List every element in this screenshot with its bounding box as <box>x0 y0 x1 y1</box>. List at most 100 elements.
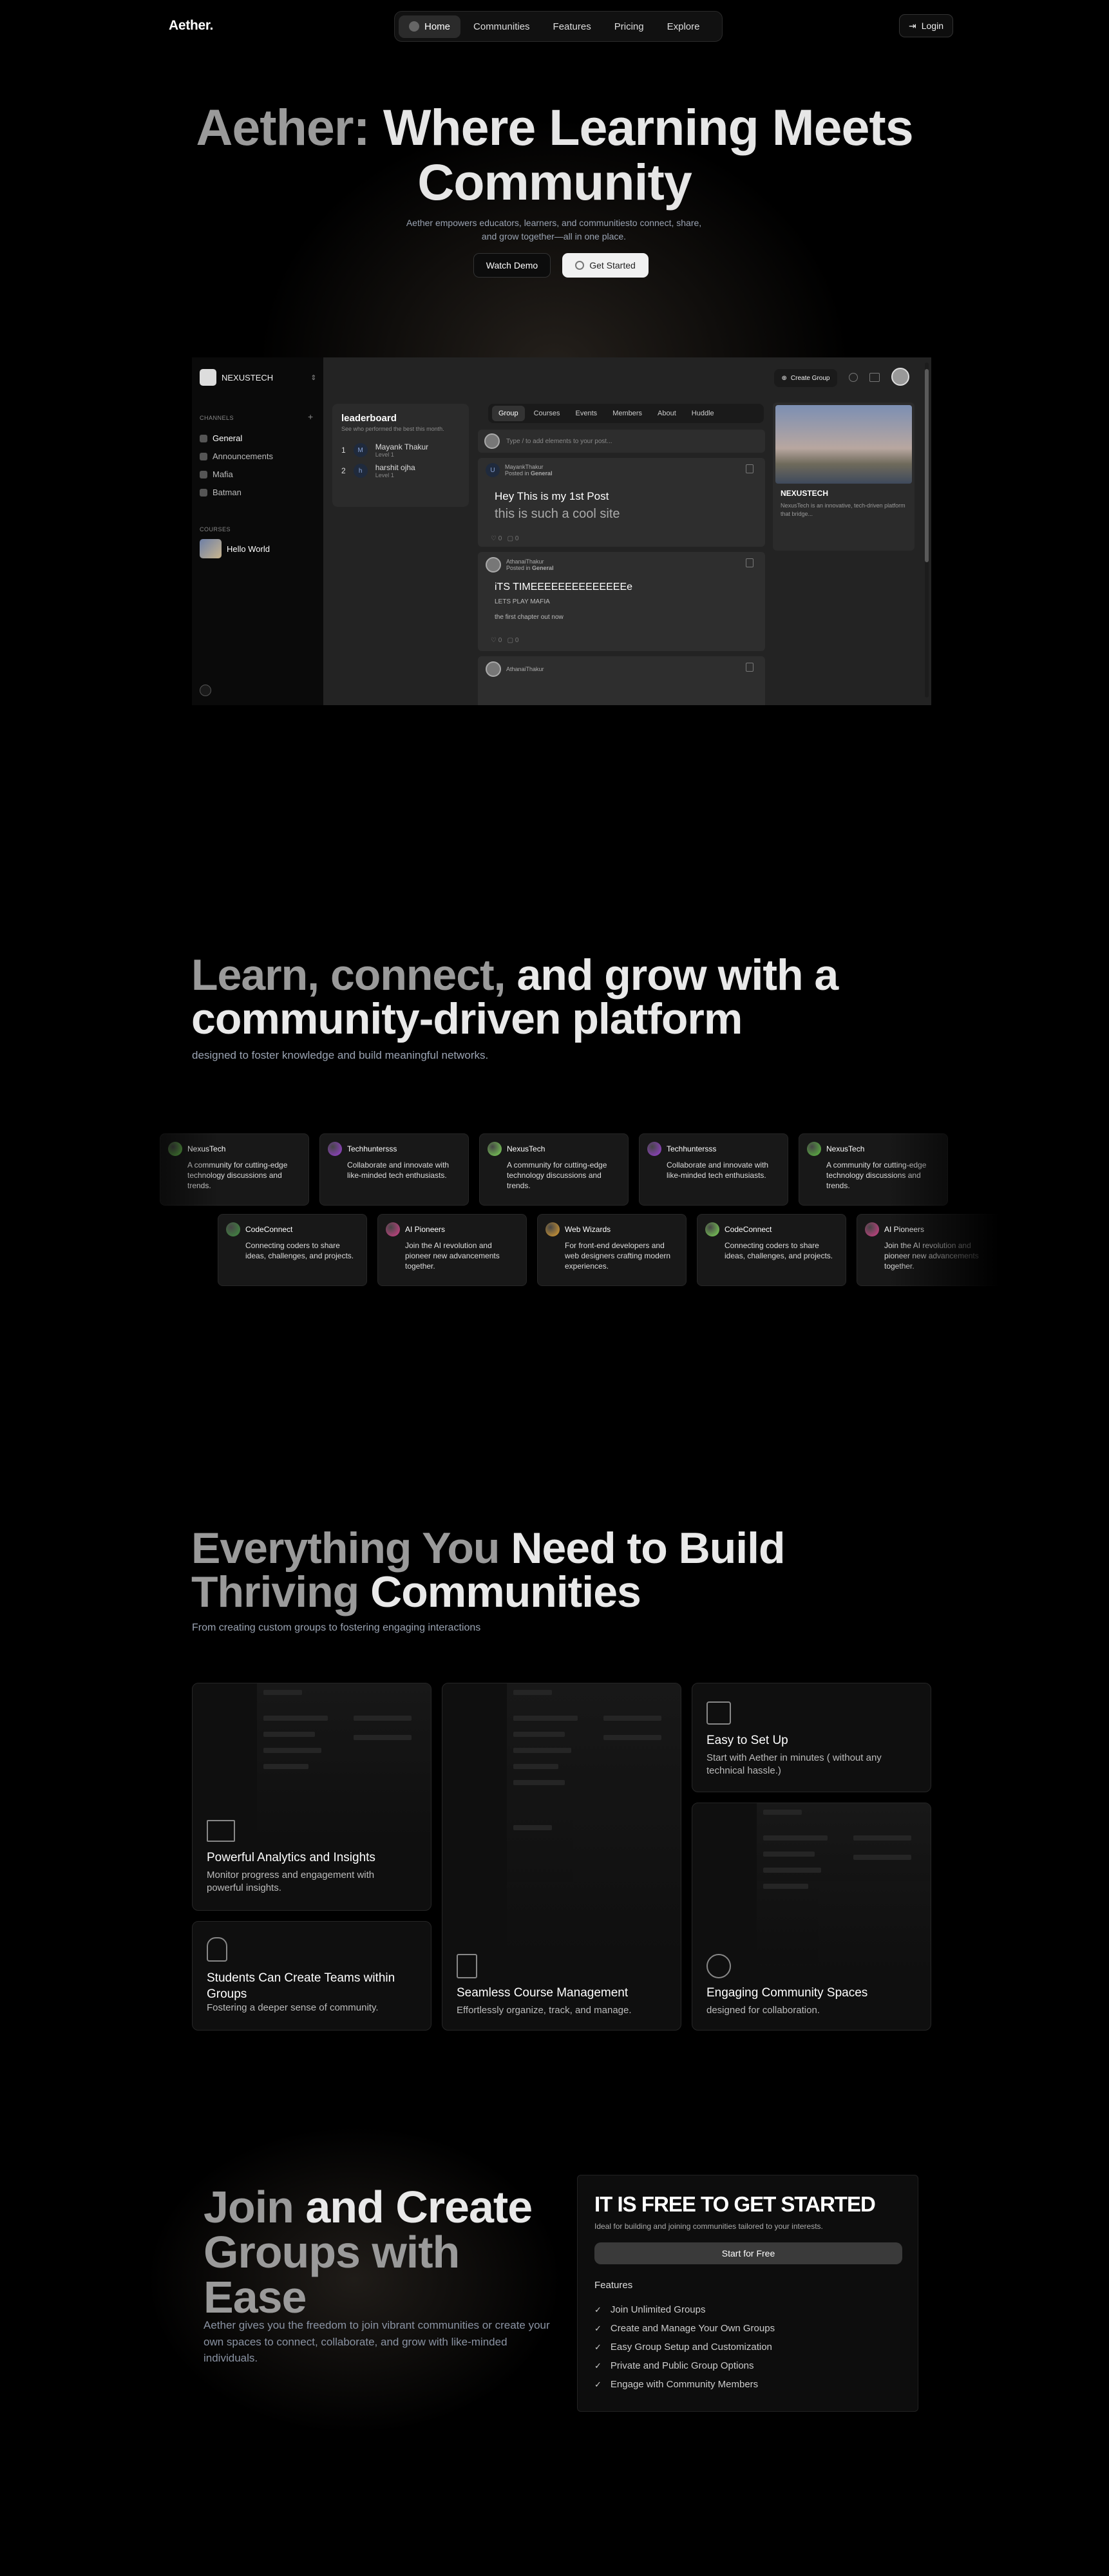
scrollbar-thumb[interactable] <box>925 369 929 562</box>
community-card[interactable]: Techhuntersss Collaborate and innovate wi… <box>639 1133 788 1206</box>
community-description: NexusTech is an innovative, tech-driven … <box>781 502 905 517</box>
community-card[interactable]: CodeConnect Connecting coders to share id… <box>218 1214 367 1286</box>
community-desc: A community for cutting-edge technology … <box>507 1160 607 1191</box>
nav-communities[interactable]: Communities <box>463 15 540 38</box>
dashboard-preview-ghost <box>507 1683 681 1954</box>
leaderboard-title: leaderboard <box>341 413 397 424</box>
tab-about[interactable]: About <box>651 406 683 421</box>
title-line3: Ease <box>204 2272 307 2322</box>
tab-courses[interactable]: Courses <box>527 406 567 421</box>
feature-card-setup: Easy to Set Up Start with Aether in minu… <box>692 1683 931 1792</box>
section-features-title: Everything You Need to Build Thriving Co… <box>191 1526 786 1616</box>
login-button[interactable]: ⇥ Login <box>899 14 953 37</box>
tab-huddle[interactable]: Huddle <box>685 406 721 421</box>
community-name: Web Wizards <box>565 1225 611 1234</box>
community-card[interactable]: Web Wizards For front-end developers and … <box>537 1214 687 1286</box>
feature-card-courses: Seamless Course Management Effortlessly … <box>442 1683 681 2031</box>
watch-demo-button[interactable]: Watch Demo <box>473 253 551 278</box>
tab-group[interactable]: Group <box>492 406 525 421</box>
community-card[interactable]: AI Pioneers Join the AI revolution and pi… <box>377 1214 527 1286</box>
community-desc: Connecting coders to share ideas, challe… <box>725 1241 833 1261</box>
brand-logo[interactable]: Aether. <box>169 18 213 33</box>
avatar <box>486 661 501 677</box>
avatar: M <box>353 443 368 457</box>
community-title: NEXUSTECH <box>781 489 829 498</box>
tab-members[interactable]: Members <box>606 406 649 421</box>
circle-icon <box>575 261 585 270</box>
channel-batman[interactable]: Batman <box>200 488 242 497</box>
post-card[interactable]: AthanaiThakur <box>478 656 765 705</box>
start-free-button[interactable]: Start for Free <box>594 2242 902 2264</box>
post-card[interactable]: U MayankThakur Posted in General Hey This… <box>478 458 765 547</box>
course-hello-world[interactable]: Hello World <box>200 539 270 558</box>
settings-icon[interactable] <box>200 685 211 696</box>
ghost-line <box>763 1852 815 1857</box>
org-switcher[interactable]: NEXUSTECH ⇕ <box>200 369 316 386</box>
feature-desc: designed for collaboration. <box>706 2005 820 2016</box>
nav-home[interactable]: Home <box>399 15 461 38</box>
ghost-line <box>263 1716 328 1721</box>
leaderboard-subtitle: See who performed the best this month. <box>341 426 444 432</box>
home-icon <box>409 21 419 32</box>
inbox-icon[interactable] <box>869 373 880 382</box>
nav-pricing[interactable]: Pricing <box>604 15 654 38</box>
trash-icon[interactable] <box>746 464 754 473</box>
member-level: Level 1 <box>375 451 394 458</box>
community-desc: Collaborate and innovate with like-minde… <box>667 1160 769 1180</box>
globe-icon <box>706 1954 731 1978</box>
feature-title: Powerful Analytics and Insights <box>207 1851 375 1864</box>
title-dim: Learn, connect, <box>191 951 506 999</box>
org-logo <box>200 369 216 386</box>
leaderboard-row[interactable]: 1 M Mayank Thakur Level 1 <box>341 442 464 458</box>
nav-features[interactable]: Features <box>543 15 602 38</box>
community-desc: Join the AI revolution and pioneer new a… <box>405 1241 500 1271</box>
trash-icon[interactable] <box>746 663 754 672</box>
title-line2-dim: Thriving <box>191 1567 359 1616</box>
post-composer[interactable]: Type / to add elements to your post... <box>478 430 765 453</box>
channel-announcements[interactable]: Announcements <box>200 451 273 461</box>
bell-icon[interactable] <box>849 373 858 382</box>
community-card[interactable]: CodeConnect Connecting coders to share id… <box>697 1214 846 1286</box>
scale-icon <box>207 1820 235 1842</box>
feature-text: Private and Public Group Options <box>610 2360 754 2371</box>
title-line2-bright: Communities <box>370 1567 641 1616</box>
dashboard-preview-ghost <box>257 1683 431 1838</box>
community-name: NexusTech <box>507 1144 545 1153</box>
dashboard-sidebar: NEXUSTECH ⇕ CHANNELS + General Announcem… <box>192 357 323 705</box>
channel-label: Announcements <box>213 451 273 461</box>
add-channel-icon[interactable]: + <box>308 412 313 422</box>
document-icon <box>200 488 207 497</box>
trash-icon[interactable] <box>746 558 754 567</box>
post-reactions[interactable]: ♡ 0 ▢ 0 <box>491 637 518 644</box>
post-card[interactable]: AthanaiThakur Posted in General iTS TIMEE… <box>478 552 765 651</box>
course-label: Hello World <box>227 544 270 554</box>
community-card[interactable]: NEXUSTECH NexusTech is an innovative, te… <box>773 402 915 551</box>
group-tabs: Group Courses Events Members About Huddl… <box>488 404 764 423</box>
channel-mafia[interactable]: Mafia <box>200 469 233 479</box>
feature-text: Easy Group Setup and Customization <box>610 2342 772 2353</box>
community-card[interactable]: NexusTech A community for cutting-edge te… <box>479 1133 629 1206</box>
feature-item: ✓ Easy Group Setup and Customization <box>594 2342 772 2353</box>
channel-label: Batman <box>213 488 242 497</box>
post-channel: Posted in General <box>505 470 553 477</box>
nav-explore[interactable]: Explore <box>657 15 710 38</box>
hero-title-bright: Where Learning Meets <box>383 99 914 156</box>
tab-events[interactable]: Events <box>569 406 604 421</box>
section-join-title: Join and Create Groups with Ease <box>204 2184 533 2322</box>
post-author: AthanaiThakur <box>506 666 544 672</box>
create-group-button[interactable]: ⊕ Create Group <box>774 369 837 387</box>
post-reactions[interactable]: ♡ 0 ▢ 0 <box>491 535 518 542</box>
dashboard-preview-ghost <box>757 1803 931 1971</box>
channel-label: Mafia <box>213 469 233 479</box>
community-name: Techhuntersss <box>347 1144 397 1153</box>
ghost-line <box>354 1716 412 1721</box>
title-bright: and grow with a <box>517 951 839 999</box>
org-name: NEXUSTECH <box>222 372 274 383</box>
get-started-button[interactable]: Get Started <box>562 253 649 278</box>
community-card[interactable]: Techhuntersss Collaborate and innovate wi… <box>319 1133 469 1206</box>
leaderboard-row[interactable]: 2 h harshit ojha Level 1 <box>341 463 464 478</box>
avatar <box>486 557 501 573</box>
check-icon: ✓ <box>594 2379 602 2389</box>
channel-general[interactable]: General <box>200 433 242 443</box>
user-avatar[interactable] <box>891 368 909 386</box>
